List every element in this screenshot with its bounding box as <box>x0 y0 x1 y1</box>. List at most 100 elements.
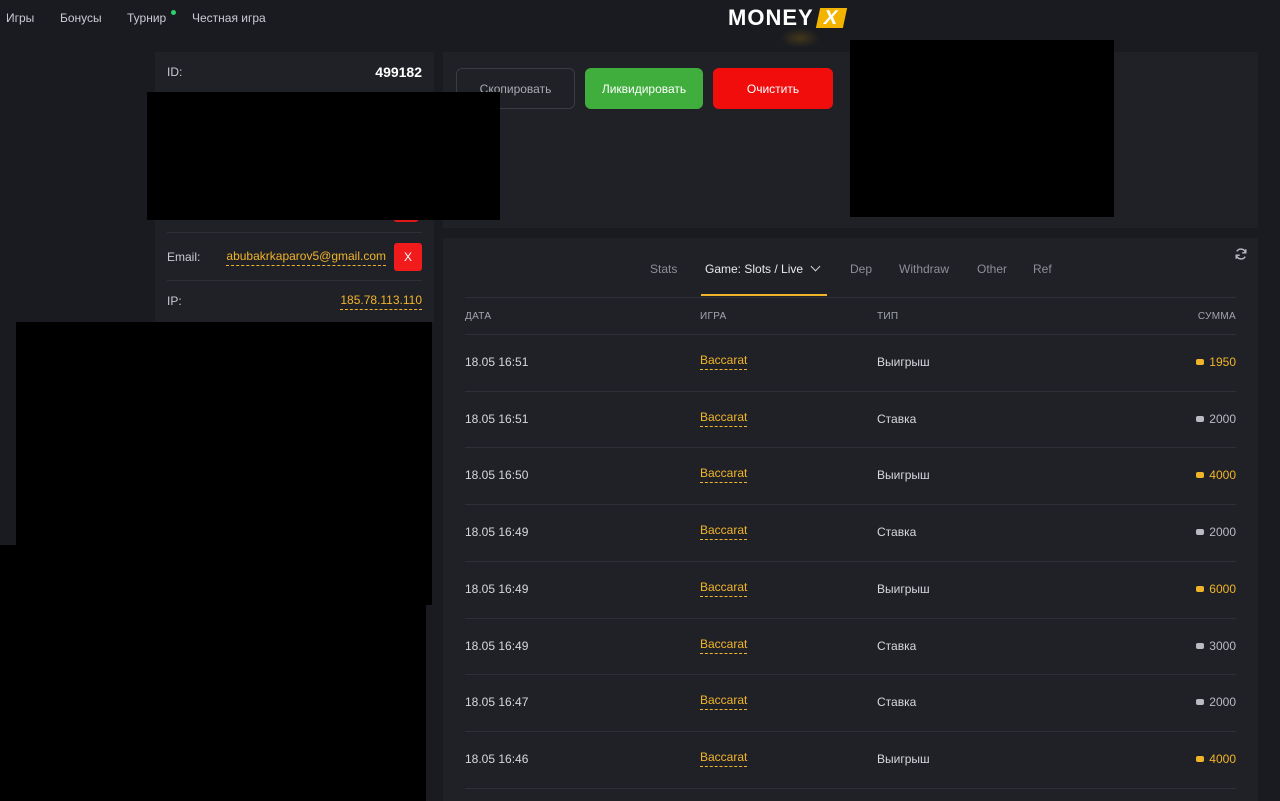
chevron-down-icon <box>810 261 821 272</box>
coin-icon <box>1196 472 1205 479</box>
row-divider <box>465 504 1236 506</box>
row-amount: 3000 <box>1196 639 1236 653</box>
row-game-link[interactable]: Baccarat <box>700 749 748 767</box>
logo[interactable]: MONEY X <box>728 5 848 30</box>
row-divider <box>465 730 1236 732</box>
tab-game[interactable]: Game: Slots / Live <box>705 261 821 276</box>
header-amount: СУММА <box>1197 311 1236 322</box>
tournament-live-dot <box>171 10 176 15</box>
row-amount: 4000 <box>1196 468 1236 482</box>
redacted-block <box>147 92 500 220</box>
row-amount: 4000 <box>1196 752 1236 766</box>
row-amount: 1950 <box>1196 355 1236 369</box>
profile-id-row: ID: 499182 <box>167 62 422 82</box>
row-divider <box>465 787 1236 789</box>
logo-badge: X <box>815 7 848 29</box>
row-game-cell: Baccarat <box>700 466 748 484</box>
row-amount-value: 1950 <box>1209 355 1236 369</box>
row-game-cell: Baccarat <box>700 409 748 427</box>
row-divider <box>465 617 1236 619</box>
coin-icon <box>1196 642 1205 649</box>
row-game-cell: Baccarat <box>700 749 748 767</box>
ip-label: IP: <box>167 294 182 308</box>
tab-withdraw[interactable]: Withdraw <box>899 262 949 276</box>
row-type: Ставка <box>877 525 917 540</box>
liquidate-button[interactable]: Ликвидировать <box>585 68 703 109</box>
header-game: ИГРА <box>700 311 727 322</box>
row-date: 18.05 16:49 <box>465 525 529 540</box>
row-type: Выигрыш <box>877 468 930 483</box>
coin-icon <box>1196 699 1205 706</box>
row-amount: 2000 <box>1196 412 1236 426</box>
row-game-link[interactable]: Baccarat <box>700 353 748 370</box>
row-amount-value: 2000 <box>1209 525 1236 540</box>
email-value[interactable]: abubakrkaparov5@gmail.com <box>226 249 386 266</box>
row-type: Ставка <box>877 638 917 653</box>
row-game-cell: Baccarat <box>700 579 748 597</box>
header-type: ТИП <box>877 311 899 322</box>
history-panel <box>443 238 1258 801</box>
row-date: 18.05 16:47 <box>465 695 529 710</box>
logo-glow <box>780 28 820 48</box>
row-date: 18.05 16:51 <box>465 355 529 369</box>
id-value: 499182 <box>375 64 422 80</box>
row-date: 18.05 16:49 <box>465 638 529 653</box>
row-type: Выигрыш <box>877 751 930 766</box>
active-tab-indicator <box>701 294 827 296</box>
coin-icon <box>1196 415 1205 422</box>
divider <box>167 280 422 281</box>
row-amount-value: 4000 <box>1209 751 1236 766</box>
row-game-cell: Baccarat <box>700 636 748 654</box>
nav-games[interactable]: Игры <box>6 11 34 25</box>
nav-tournament[interactable]: Турнир <box>127 11 166 25</box>
header-divider <box>465 334 1236 335</box>
tab-stats[interactable]: Stats <box>650 262 677 276</box>
row-game-link[interactable]: Baccarat <box>700 693 748 711</box>
row-game-cell: Baccarat <box>700 693 748 711</box>
row-date: 18.05 16:50 <box>465 468 529 483</box>
email-label: Email: <box>167 250 201 264</box>
row-amount-value: 2000 <box>1209 411 1236 426</box>
divider <box>167 232 422 233</box>
row-game-link[interactable]: Baccarat <box>700 466 748 484</box>
row-date: 18.05 16:46 <box>465 751 529 766</box>
header-date: ДАТА <box>465 311 492 322</box>
row-amount: 2000 <box>1196 695 1236 709</box>
redacted-block <box>850 40 1114 217</box>
row-date: 18.05 16:51 <box>465 411 529 426</box>
row-game-link[interactable]: Baccarat <box>700 523 748 541</box>
row-game-cell: Baccarat <box>700 353 748 370</box>
refresh-icon[interactable] <box>1234 247 1248 261</box>
row-game-cell: Baccarat <box>700 523 748 541</box>
coin-icon <box>1196 529 1205 536</box>
row-amount: 6000 <box>1196 582 1236 596</box>
nav-fair-game[interactable]: Честная игра <box>192 11 266 25</box>
row-amount: 2000 <box>1196 525 1236 539</box>
row-game-link[interactable]: Baccarat <box>700 636 748 654</box>
row-type: Ставка <box>877 411 917 426</box>
clear-button[interactable]: Очистить <box>713 68 833 109</box>
coin-icon <box>1196 585 1205 592</box>
row-amount-value: 3000 <box>1209 638 1236 653</box>
ip-value[interactable]: 185.78.113.110 <box>340 293 422 310</box>
tabs-divider <box>465 297 1236 298</box>
row-amount-value: 2000 <box>1209 695 1236 710</box>
nav-bonuses[interactable]: Бонусы <box>60 11 102 25</box>
id-label: ID: <box>167 65 183 79</box>
redacted-block <box>0 545 426 801</box>
row-game-link[interactable]: Baccarat <box>700 409 748 427</box>
tab-dep[interactable]: Dep <box>850 262 872 276</box>
row-divider <box>465 674 1236 676</box>
tab-other[interactable]: Other <box>977 262 1007 276</box>
row-game-link[interactable]: Baccarat <box>700 579 748 597</box>
tab-game-label: Game: Slots / Live <box>705 262 804 276</box>
remove-email-button[interactable]: X <box>394 243 422 271</box>
row-type: Ставка <box>877 695 917 710</box>
row-divider <box>465 390 1236 392</box>
email-group: abubakrkaparov5@gmail.com X <box>226 243 422 271</box>
profile-ip-row: IP: 185.78.113.110 <box>167 290 422 312</box>
tab-ref[interactable]: Ref <box>1033 262 1052 276</box>
row-amount-value: 4000 <box>1209 468 1236 483</box>
coin-icon <box>1196 359 1205 365</box>
row-amount-value: 6000 <box>1209 581 1236 596</box>
